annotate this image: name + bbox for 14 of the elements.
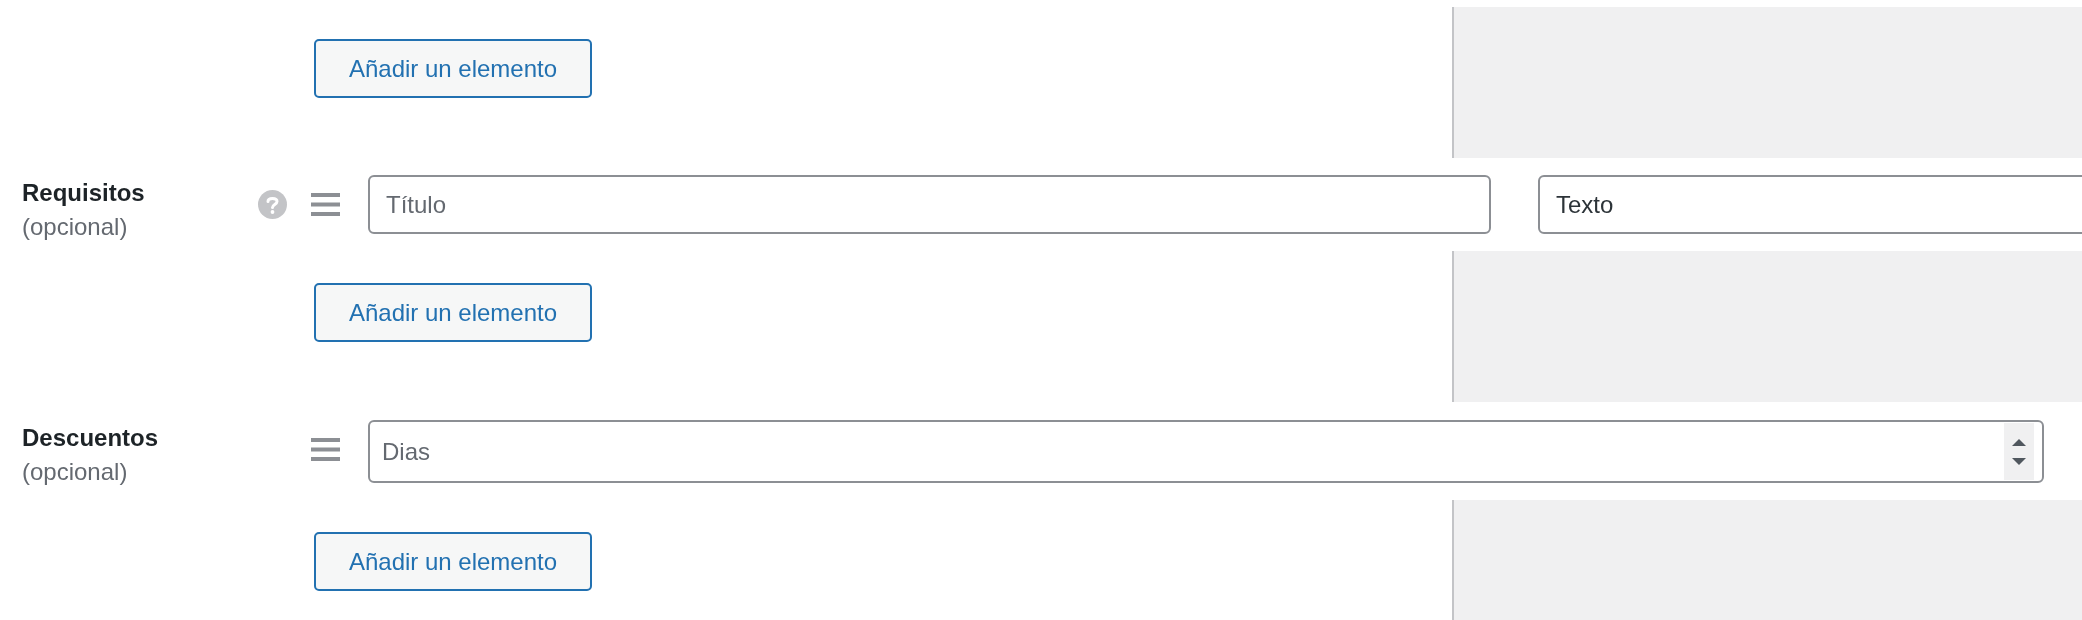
add-item-button[interactable]: Añadir un elemento <box>314 532 592 591</box>
add-item-button[interactable]: Añadir un elemento <box>314 39 592 98</box>
drag-handle-icon[interactable] <box>311 193 340 216</box>
field-label: Requisitos <box>22 179 146 207</box>
text-field[interactable]: Título <box>368 175 1491 234</box>
optional-note: (opcional) <box>22 213 129 241</box>
spinner-icon[interactable] <box>2004 423 2034 480</box>
optional-note: (opcional) <box>22 458 129 486</box>
drag-handle-icon[interactable] <box>311 438 340 461</box>
help-icon[interactable] <box>258 190 287 219</box>
add-item-button[interactable]: Añadir un elemento <box>314 283 592 342</box>
field-label: Descuentos <box>22 424 160 452</box>
text-field[interactable]: Texto <box>1538 175 2082 234</box>
number-field[interactable]: Dias <box>368 420 2044 483</box>
